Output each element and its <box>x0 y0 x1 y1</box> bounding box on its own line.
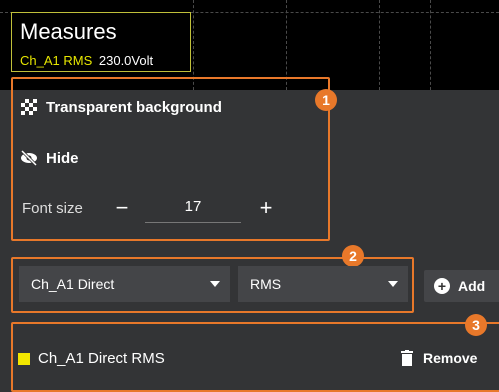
transparent-background-label: Transparent background <box>46 98 222 116</box>
font-size-row: Font size <box>22 200 83 217</box>
font-size-decrement-button[interactable]: − <box>112 195 132 221</box>
add-button[interactable]: + Add <box>424 270 499 302</box>
measure-type-select[interactable]: RMS <box>238 266 408 302</box>
measure-type-select-value: RMS <box>250 276 282 292</box>
plus-circle-icon: + <box>434 278 450 294</box>
font-size-input[interactable]: 17 <box>145 198 241 223</box>
measure-readout: Ch_A1 RMS 230.0Volt <box>20 53 153 68</box>
hide-label: Hide <box>46 149 79 167</box>
measure-item-label: Ch_A1 Direct RMS <box>38 350 165 367</box>
badge-3: 3 <box>465 314 487 336</box>
measures-overlay[interactable]: Measures Ch_A1 RMS 230.0Volt <box>11 12 191 72</box>
caret-down-icon <box>388 281 398 287</box>
font-size-increment-button[interactable]: + <box>256 195 276 221</box>
badge-2: 2 <box>342 245 364 267</box>
eye-slash-icon <box>20 149 38 167</box>
add-button-label: Add <box>458 278 486 294</box>
checkerboard-icon <box>20 98 38 116</box>
grid-line <box>430 0 431 90</box>
measure-list-item[interactable]: Ch_A1 Direct RMS <box>18 350 165 367</box>
measure-channel: Ch_A1 RMS <box>20 53 93 68</box>
caret-down-icon <box>210 281 220 287</box>
source-select-value: Ch_A1 Direct <box>31 276 115 292</box>
trash-icon <box>401 350 413 366</box>
hide-toggle[interactable]: Hide <box>20 149 79 167</box>
grid-line <box>379 0 380 90</box>
measure-value: 230.0Volt <box>98 53 154 68</box>
remove-button-label: Remove <box>423 350 478 366</box>
source-select[interactable]: Ch_A1 Direct <box>19 266 230 302</box>
channel-color-swatch <box>18 352 30 365</box>
measures-title: Measures <box>20 19 117 44</box>
transparent-background-toggle[interactable]: Transparent background <box>20 98 222 116</box>
font-size-label: Font size <box>22 200 83 217</box>
badge-1: 1 <box>315 89 337 111</box>
remove-button[interactable]: Remove <box>401 350 477 366</box>
